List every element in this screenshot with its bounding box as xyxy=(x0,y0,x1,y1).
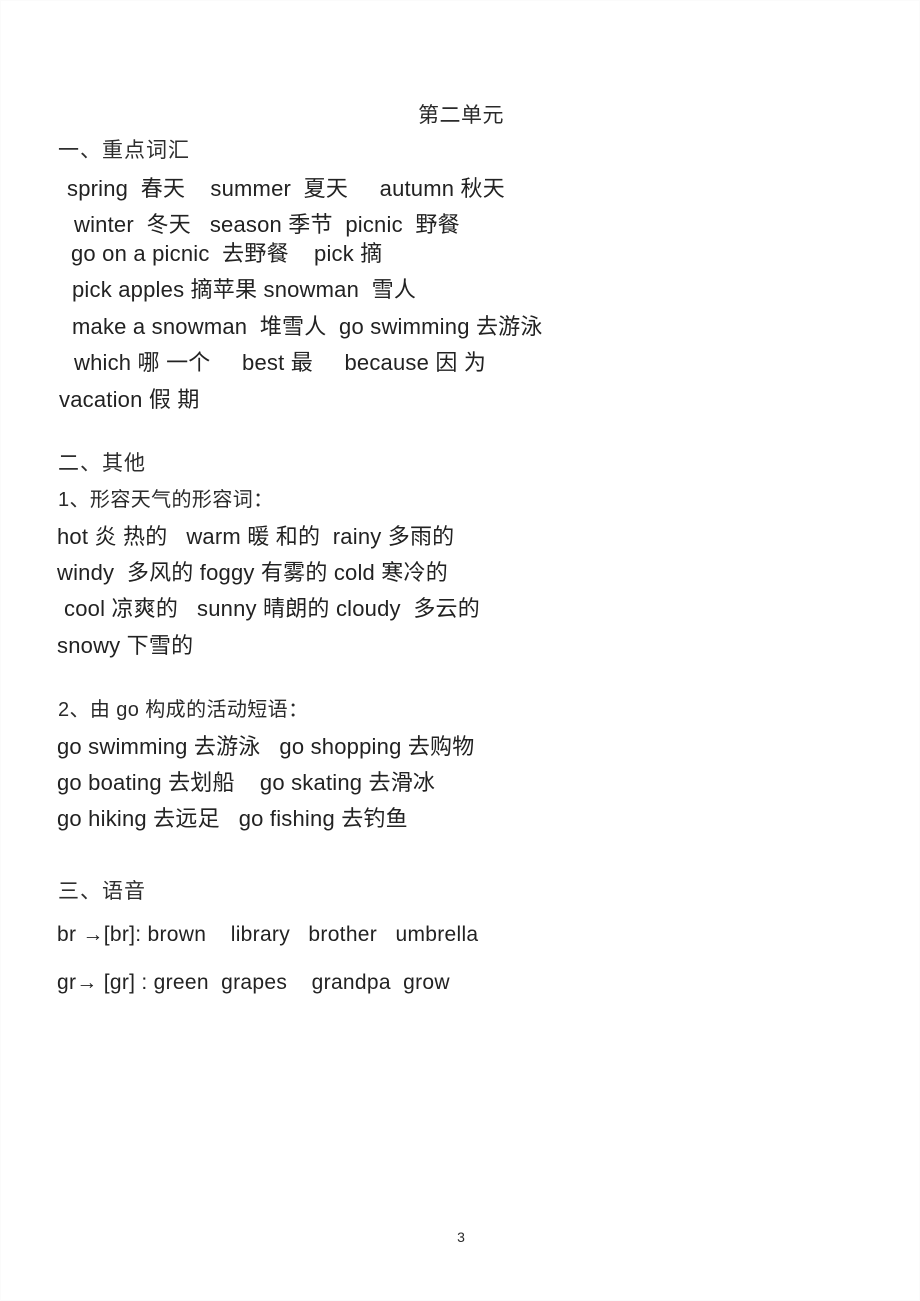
vocab-line: spring 春天 summer 夏天 autumn 秋天 xyxy=(67,176,505,201)
weather-adjective-line: windy 多风的 foggy 有雾的 cold 寒冷的 xyxy=(57,560,448,585)
subsection-heading-go-phrases: 2、由 go 构成的活动短语： xyxy=(58,699,309,721)
vocab-line: which 哪 一个 best 最 because 因 为 xyxy=(74,350,487,375)
document-title: 第二单元 xyxy=(418,104,504,127)
section-heading-1: 一、重点词汇 xyxy=(58,139,190,162)
section-heading-3: 三、语音 xyxy=(58,880,146,903)
vocab-line: make a snowman 堆雪人 go swimming 去游泳 xyxy=(72,314,543,339)
vocab-line: go on a picnic 去野餐 pick 摘 xyxy=(71,241,383,266)
go-phrase-line: go boating 去划船 go skating 去滑冰 xyxy=(57,770,436,795)
vocab-line: vacation 假 期 xyxy=(59,387,200,412)
phonics-line: br →[br]: brown library brother umbrella xyxy=(57,923,479,946)
document-body: 第二单元 一、重点词汇 spring 春天 summer 夏天 autumn 秋… xyxy=(1,1,919,1300)
vocab-line: pick apples 摘苹果 snowman 雪人 xyxy=(72,277,417,302)
go-phrase-line: go hiking 去远足 go fishing 去钓鱼 xyxy=(57,806,408,831)
go-phrase-line: go swimming 去游泳 go shopping 去购物 xyxy=(57,734,475,759)
phonics-line: gr→ [gr] : green grapes grandpa grow xyxy=(57,971,450,994)
subsection-heading-weather-adjectives: 1、形容天气的形容词： xyxy=(58,489,274,511)
section-heading-2: 二、其他 xyxy=(58,452,146,475)
page-number: 3 xyxy=(457,1229,465,1245)
weather-adjective-line: hot 炎 热的 warm 暖 和的 rainy 多雨的 xyxy=(57,524,455,549)
weather-adjective-line: snowy 下雪的 xyxy=(57,633,194,658)
vocab-line: winter 冬天 season 季节 picnic 野餐 xyxy=(74,212,460,237)
weather-adjective-line: cool 凉爽的 sunny 晴朗的 cloudy 多云的 xyxy=(64,596,480,621)
document-page: 第二单元 一、重点词汇 spring 春天 summer 夏天 autumn 秋… xyxy=(0,0,920,1301)
